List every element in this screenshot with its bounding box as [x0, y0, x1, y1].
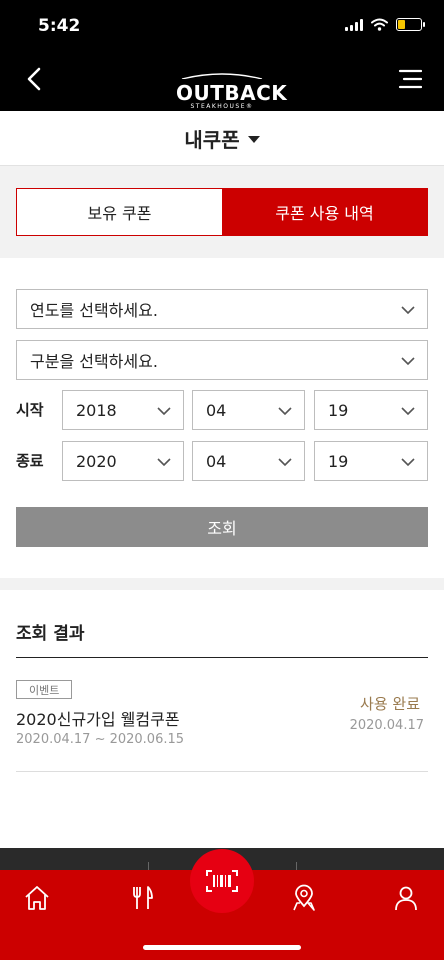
barcode-scan-icon — [206, 870, 238, 892]
end-month-select[interactable]: 04 — [192, 441, 305, 481]
page-title-bar[interactable]: 내쿠폰 — [0, 111, 444, 166]
coupon-status: 사용 완료 — [360, 695, 420, 713]
start-month-select[interactable]: 04 — [192, 390, 305, 430]
event-badge: 이벤트 — [16, 680, 73, 699]
start-year-value: 2018 — [76, 400, 117, 420]
chevron-down-icon — [278, 407, 292, 416]
chevron-down-icon — [157, 407, 171, 416]
coupon-name: 2020신규가입 웰컴쿠폰 — [16, 710, 180, 729]
fork-knife-icon[interactable] — [128, 884, 156, 912]
caret-down-icon — [247, 135, 260, 143]
chevron-down-icon — [401, 306, 415, 315]
end-month-value: 04 — [206, 451, 227, 471]
tab-owned-coupons[interactable]: 보유 쿠폰 — [17, 189, 222, 235]
battery-icon — [396, 18, 425, 31]
results-divider — [16, 657, 428, 658]
start-day-value: 19 — [328, 400, 349, 420]
chevron-down-icon — [401, 357, 415, 366]
logo-text: OUTBACK — [176, 81, 288, 105]
results-panel: 조회 결과 이벤트 2020신규가입 웰컴쿠폰 2020.04.17 ~ 202… — [0, 590, 444, 860]
page-title: 내쿠폰 — [184, 127, 240, 152]
end-label: 종료 — [16, 452, 44, 470]
tab-coupon-history[interactable]: 쿠폰 사용 내역 — [222, 189, 427, 235]
results-title: 조회 결과 — [16, 624, 85, 644]
end-year-select[interactable]: 2020 — [62, 441, 184, 481]
end-year-value: 2020 — [76, 451, 117, 471]
status-time: 5:42 — [38, 16, 81, 36]
home-indicator — [143, 945, 301, 950]
status-icons — [345, 18, 425, 31]
hamburger-menu-button[interactable] — [396, 68, 422, 90]
end-day-select[interactable]: 19 — [314, 441, 428, 481]
signal-icon — [345, 18, 363, 31]
map-pin-icon[interactable] — [290, 884, 318, 912]
back-button[interactable] — [22, 66, 48, 92]
logo-arc — [181, 73, 263, 80]
start-year-select[interactable]: 2018 — [62, 390, 184, 430]
home-icon[interactable] — [23, 884, 51, 912]
coupon-tabs: 보유 쿠폰 쿠폰 사용 내역 — [16, 188, 428, 236]
chevron-down-icon — [157, 458, 171, 467]
chevron-down-icon — [278, 458, 292, 467]
list-divider — [16, 771, 428, 772]
start-day-select[interactable]: 19 — [314, 390, 428, 430]
search-button[interactable]: 조회 — [16, 507, 428, 547]
year-select-value: 연도를 선택하세요. — [30, 301, 158, 320]
wifi-icon — [371, 18, 388, 31]
year-select[interactable]: 연도를 선택하세요. — [16, 289, 428, 329]
chevron-down-icon — [401, 458, 415, 467]
top-header: 5:42 OUTBACK STEAKHOUSE® — [0, 0, 444, 111]
outback-logo: OUTBACK STEAKHOUSE® — [176, 64, 288, 111]
divider — [148, 862, 149, 870]
category-select[interactable]: 구분을 선택하세요. — [16, 340, 428, 380]
filter-panel: 연도를 선택하세요. 구분을 선택하세요. 시작 2018 04 19 종료 2… — [0, 258, 444, 578]
start-label: 시작 — [16, 401, 44, 419]
start-month-value: 04 — [206, 400, 227, 420]
chevron-down-icon — [401, 407, 415, 416]
coupon-period: 2020.04.17 ~ 2020.06.15 — [16, 732, 185, 747]
user-icon[interactable] — [392, 884, 420, 912]
barcode-scan-button[interactable] — [190, 849, 254, 913]
category-select-value: 구분을 선택하세요. — [30, 352, 158, 371]
coupon-used-date: 2020.04.17 — [349, 718, 424, 733]
divider — [296, 862, 297, 870]
end-day-value: 19 — [328, 451, 349, 471]
